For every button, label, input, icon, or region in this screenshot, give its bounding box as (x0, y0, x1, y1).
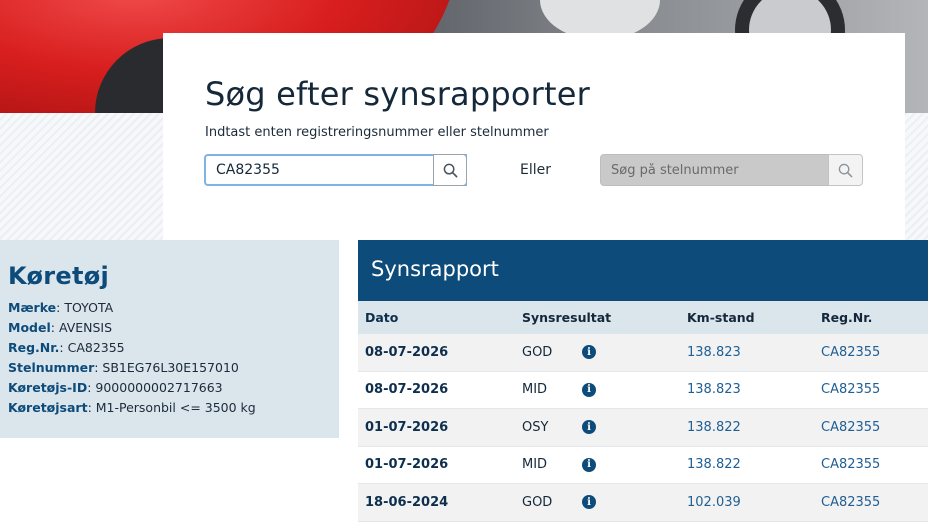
registration-search-input[interactable] (204, 154, 467, 186)
search-card: Søg efter synsrapporter Indtast enten re… (163, 33, 905, 240)
table-row[interactable]: 01-07-2026 MID i 138.822 CA82355 (358, 447, 928, 484)
row-km: 138.823 (687, 382, 741, 398)
info-button[interactable]: i (582, 372, 596, 409)
table-row[interactable]: 18-06-2024 GOD i 102.039 CA82355 (358, 484, 928, 522)
row-reg: CA82355 (821, 382, 881, 398)
report-title: Synsrapport (358, 240, 928, 301)
info-button[interactable]: i (582, 409, 596, 446)
row-result: MID (522, 457, 548, 473)
table-row[interactable]: 01-07-2026 OSY i 138.822 CA82355 (358, 409, 928, 447)
row-reg: CA82355 (821, 419, 881, 435)
column-km[interactable]: Km-stand (687, 301, 755, 334)
vehicle-field-reg: Reg.Nr.: CA82355 (8, 340, 125, 355)
table-header: Dato Synsresultat Km-stand Reg.Nr. (358, 301, 928, 334)
vehicle-panel: Køretøj Mærke: TOYOTA Model: AVENSIS Reg… (0, 240, 339, 438)
vehicle-field-model: Model: AVENSIS (8, 320, 113, 335)
search-icon (443, 163, 457, 177)
vin-search-input[interactable] (600, 154, 829, 186)
row-reg: CA82355 (821, 494, 881, 510)
column-result[interactable]: Synsresultat (522, 301, 611, 334)
row-reg: CA82355 (821, 344, 881, 360)
info-button[interactable]: i (582, 447, 596, 484)
row-result: OSY (522, 419, 549, 435)
row-date[interactable]: 01-07-2026 (365, 409, 448, 446)
row-km: 138.822 (687, 457, 741, 473)
page-title: Søg efter synsrapporter (205, 75, 591, 113)
registration-search-button[interactable] (433, 154, 467, 186)
column-date[interactable]: Dato (365, 301, 398, 334)
vehicle-title: Køretøj (8, 262, 110, 290)
info-icon: i (582, 420, 596, 435)
row-reg: CA82355 (821, 457, 881, 473)
info-icon: i (582, 345, 596, 360)
or-label: Eller (520, 162, 551, 178)
row-result: MID (522, 382, 548, 398)
row-km: 102.039 (687, 494, 741, 510)
table-row[interactable]: 08-07-2026 MID i 138.823 CA82355 (358, 372, 928, 409)
vehicle-field-vin: Stelnummer: SB1EG76L30E157010 (8, 360, 239, 375)
row-result: GOD (522, 344, 553, 360)
row-date[interactable]: 01-07-2026 (365, 447, 448, 484)
vehicle-field-make: Mærke: TOYOTA (8, 300, 114, 315)
row-km: 138.822 (687, 419, 741, 435)
vehicle-field-type: Køretøjsart: M1-Personbil <= 3500 kg (8, 400, 256, 415)
search-subtitle: Indtast enten registreringsnummer eller … (205, 125, 549, 140)
row-result: GOD (522, 494, 553, 510)
info-icon: i (582, 382, 596, 397)
info-icon: i (582, 495, 596, 510)
row-date[interactable]: 08-07-2026 (365, 334, 448, 371)
row-date[interactable]: 18-06-2024 (365, 484, 448, 521)
info-button[interactable]: i (582, 334, 596, 371)
vehicle-field-id: Køretøjs-ID: 9000000002717663 (8, 380, 223, 395)
info-icon: i (582, 457, 596, 472)
column-reg[interactable]: Reg.Nr. (821, 301, 872, 334)
report-table: Synsrapport Dato Synsresultat Km-stand R… (358, 240, 928, 522)
row-km: 138.823 (687, 344, 741, 360)
table-row[interactable]: 08-07-2026 GOD i 138.823 CA82355 (358, 334, 928, 372)
vin-search-button[interactable] (828, 154, 863, 186)
row-date[interactable]: 08-07-2026 (365, 372, 448, 409)
search-icon (838, 163, 853, 177)
info-button[interactable]: i (582, 484, 596, 521)
